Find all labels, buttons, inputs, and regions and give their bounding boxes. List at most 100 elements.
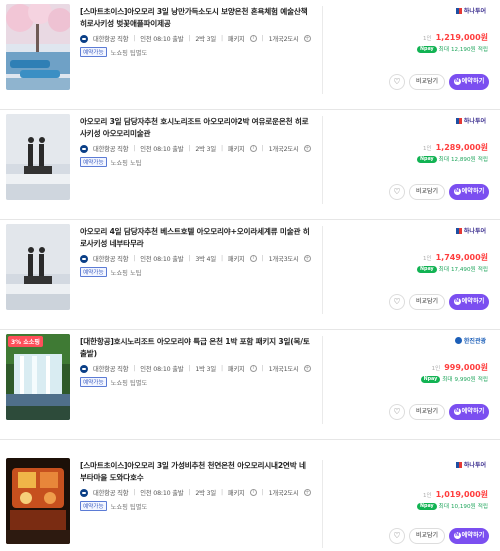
product-tags: 예약가능 노쇼핑 팁별도 <box>80 501 312 511</box>
airline-label: 대한항공 직항 <box>93 36 129 43</box>
heart-icon[interactable]: ♡ <box>389 294 405 310</box>
divider: | <box>133 255 136 262</box>
divider: | <box>220 255 223 262</box>
airline-logo-icon <box>80 488 88 497</box>
type-label: 패키지 <box>227 256 245 263</box>
plus-icon[interactable]: + <box>303 145 311 152</box>
product-title[interactable]: [대한항공]호시노리조트 아오모리야 특급 온천 1박 포함 패키지 3일(목/… <box>80 336 312 360</box>
product-row[interactable]: 아오모리 4일 담당자추천 베스트호텔 아오모리야+오이라세계류 미술관 히로사… <box>0 220 500 330</box>
extras-label: 노쇼핑 팁별도 <box>110 49 148 57</box>
n-icon: N <box>453 188 461 195</box>
heart-icon[interactable]: ♡ <box>389 184 405 200</box>
divider: | <box>261 35 264 42</box>
product-thumbnail[interactable] <box>6 114 70 200</box>
points: Npay 최대 12,190원 적립 <box>417 45 488 53</box>
airline-label: 대한항공 직항 <box>93 256 129 263</box>
product-thumbnail[interactable] <box>6 458 70 544</box>
divider: | <box>133 35 136 42</box>
product-meta: 대한항공 직항 | 인천 08:10 출발 | 3박 4일 | 패키지 i | … <box>80 254 312 263</box>
reserve-button[interactable]: N 예약하기 <box>449 74 489 90</box>
info-icon[interactable]: i <box>249 255 257 262</box>
depart-label: 인천 08:10 출발 <box>140 36 184 43</box>
points: Npay 최대 17,490원 적립 <box>417 265 488 273</box>
compare-button[interactable]: 비교담기 <box>409 404 445 420</box>
hanjin-icon <box>454 337 462 344</box>
info-icon[interactable]: i <box>249 365 257 372</box>
reserve-button[interactable]: N 예약하기 <box>449 528 489 544</box>
points: Npay 최대 9,990원 적립 <box>420 375 488 383</box>
reserve-button[interactable]: N 예약하기 <box>449 404 489 420</box>
divider: | <box>188 145 191 152</box>
divider: | <box>133 365 136 372</box>
heart-icon[interactable]: ♡ <box>389 404 405 420</box>
reserve-button[interactable]: N 예약하기 <box>449 294 489 310</box>
price-value: 1,019,000원 <box>435 490 488 499</box>
duration-label: 1박 3일 <box>195 366 216 373</box>
product-title[interactable]: 아오모리 4일 담당자추천 베스트호텔 아오모리야+오이라세계류 미술관 히로사… <box>80 226 312 250</box>
price-value: 1,749,000원 <box>435 253 488 262</box>
product-info: 아오모리 4일 담당자추천 베스트호텔 아오모리야+오이라세계류 미술관 히로사… <box>80 226 312 277</box>
plus-icon[interactable]: + <box>303 489 311 496</box>
compare-button[interactable]: 비교담기 <box>409 74 445 90</box>
n-icon: N <box>453 78 461 85</box>
cities-label: 1개국3도시 <box>268 256 299 263</box>
divider: | <box>220 35 223 42</box>
points: Npay 최대 10,190원 적립 <box>417 502 488 510</box>
product-row[interactable]: [스마트초이스]아오모리 3일 가성비추천 천연온천 아오모리시내2연박 네부타… <box>0 440 500 551</box>
info-icon[interactable]: i <box>249 489 257 496</box>
product-info: [스마트초이스]아오모리 3일 낭만가득소도시 보양온천 혼욕체험 예술산책 히… <box>80 6 312 57</box>
price: 1인 1,289,000원 <box>423 143 488 152</box>
divider: | <box>220 489 223 496</box>
product-thumbnail[interactable] <box>6 4 70 90</box>
product-title[interactable]: [스마트초이스]아오모리 3일 낭만가득소도시 보양온천 혼욕체험 예술산책 히… <box>80 6 312 30</box>
price-value: 999,000원 <box>444 363 488 372</box>
divider: | <box>133 145 136 152</box>
compare-button[interactable]: 비교담기 <box>409 294 445 310</box>
duration-label: 3박 4일 <box>195 256 216 263</box>
compare-button[interactable]: 비교담기 <box>409 528 445 544</box>
product-info: [스마트초이스]아오모리 3일 가성비추천 천연온천 아오모리시내2연박 네부타… <box>80 460 312 511</box>
price: 1인 999,000원 <box>431 363 488 372</box>
cities-label: 1개국1도시 <box>268 366 299 373</box>
product-tags: 예약가능 노쇼핑 팁별도 <box>80 47 312 57</box>
product-row[interactable]: [스마트초이스]아오모리 3일 낭만가득소도시 보양온천 혼욕체험 예술산책 히… <box>0 0 500 110</box>
product-thumbnail[interactable] <box>6 224 70 310</box>
divider: | <box>220 145 223 152</box>
divider: | <box>261 365 264 372</box>
agency-logo: 한진관광 <box>454 336 486 345</box>
npay-icon: Npay <box>417 502 437 510</box>
plus-icon[interactable]: + <box>303 365 311 372</box>
depart-label: 인천 08:10 출발 <box>140 490 184 497</box>
reserve-button[interactable]: N 예약하기 <box>449 184 489 200</box>
plus-icon[interactable]: + <box>303 255 311 262</box>
product-title[interactable]: [스마트초이스]아오모리 3일 가성비추천 천연온천 아오모리시내2연박 네부타… <box>80 460 312 484</box>
heart-icon[interactable]: ♡ <box>389 528 405 544</box>
agency-logo: 하나투어 <box>455 460 486 469</box>
depart-label: 인천 08:10 출발 <box>140 366 184 373</box>
airline-label: 대한항공 직항 <box>93 490 129 497</box>
reservable-badge: 예약가능 <box>80 267 107 277</box>
reservable-badge: 예약가능 <box>80 157 107 167</box>
divider: | <box>261 145 264 152</box>
divider <box>322 116 323 204</box>
reservable-badge: 예약가능 <box>80 377 107 387</box>
reservable-badge: 예약가능 <box>80 501 107 511</box>
product-thumbnail[interactable]: 3% 쇼소핑 <box>6 334 70 420</box>
airline-logo-icon <box>80 364 88 373</box>
extras-label: 노쇼핑 노팁 <box>110 269 142 277</box>
heart-icon[interactable]: ♡ <box>389 74 405 90</box>
info-icon[interactable]: i <box>249 35 257 42</box>
price-value: 1,289,000원 <box>435 143 488 152</box>
info-icon[interactable]: i <box>249 145 257 152</box>
depart-label: 인천 08:10 출발 <box>140 256 184 263</box>
product-meta: 대한항공 직항 | 인천 08:10 출발 | 2박 3일 | 패키지 i | … <box>80 488 312 497</box>
compare-button[interactable]: 비교담기 <box>409 184 445 200</box>
product-title[interactable]: 아오모리 3일 담당자추천 호시노리조트 아오모리야2박 여유로운온천 히로사키… <box>80 116 312 140</box>
npay-icon: Npay <box>417 155 437 163</box>
product-row[interactable]: 아오모리 3일 담당자추천 호시노리조트 아오모리야2박 여유로운온천 히로사키… <box>0 110 500 220</box>
product-meta: 대한항공 직항 | 인천 08:10 출발 | 2박 3일 | 패키지 i | … <box>80 144 312 153</box>
divider: | <box>188 365 191 372</box>
agency-logo: 하나투어 <box>455 226 486 235</box>
plus-icon[interactable]: + <box>303 35 311 42</box>
product-row[interactable]: 3% 쇼소핑 [대한항공]호시노리조트 아오모리야 특급 온천 1박 포함 패키… <box>0 330 500 440</box>
